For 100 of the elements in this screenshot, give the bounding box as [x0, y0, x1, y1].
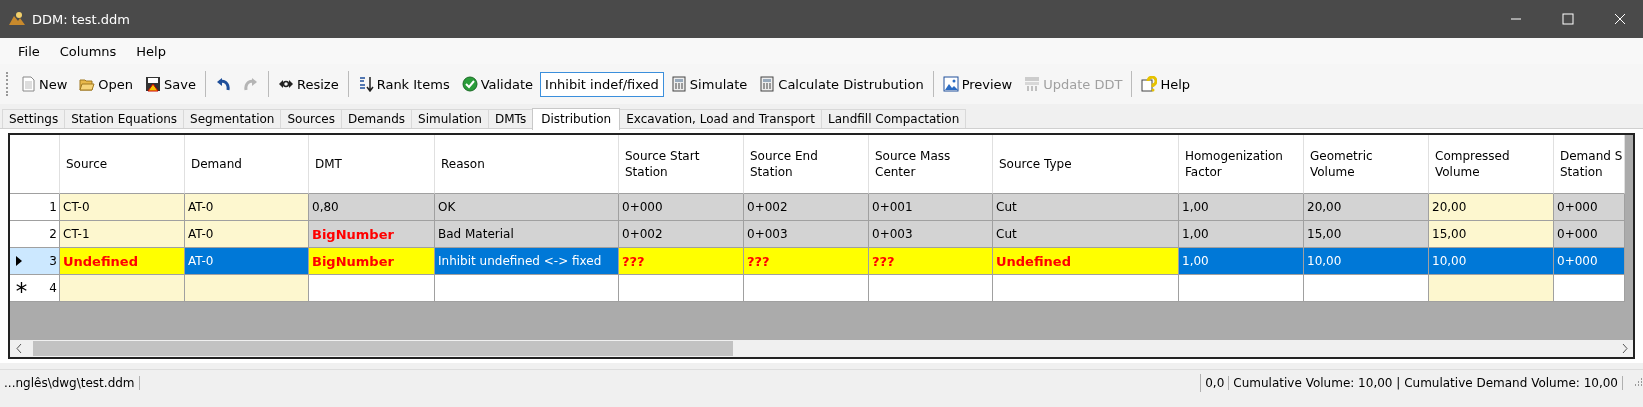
table-cell[interactable] [435, 275, 619, 302]
row-header[interactable]: 1 [10, 194, 60, 221]
table-cell[interactable] [1429, 275, 1554, 302]
table-cell[interactable]: 0+002 [744, 194, 869, 221]
table-cell[interactable]: ??? [869, 248, 993, 275]
tab[interactable]: Landfill Compactation [821, 109, 967, 128]
table-cell[interactable]: AT-0 [185, 194, 309, 221]
tab[interactable]: Excavation, Load and Transport [619, 109, 822, 128]
toolbar-button[interactable]: Resize [273, 71, 344, 97]
table-cell[interactable]: 15,00 [1304, 221, 1429, 248]
table-cell[interactable]: 0+000 [1554, 221, 1625, 248]
tab[interactable]: Segmentation [183, 109, 282, 128]
menu-item[interactable]: Columns [49, 40, 127, 62]
toolbar-button[interactable]: Open [74, 71, 139, 97]
floppy-icon [145, 76, 162, 92]
row-header[interactable]: 2 [10, 221, 60, 248]
menu-item[interactable]: Help [126, 40, 176, 62]
table-cell[interactable]: AT-0 [185, 248, 309, 275]
table-cell[interactable]: 0+003 [869, 221, 993, 248]
table-cell[interactable]: 10,00 [1429, 248, 1554, 275]
table-cell[interactable]: OK [435, 194, 619, 221]
table-cell[interactable] [1179, 275, 1304, 302]
toolbar-button[interactable]: Simulate [665, 71, 753, 97]
table-cell[interactable]: 10,00 [1304, 248, 1429, 275]
column-header[interactable]: Demand [185, 135, 309, 194]
document-icon [20, 76, 36, 92]
table-cell[interactable]: 15,00 [1429, 221, 1554, 248]
menu-item[interactable]: File [8, 40, 50, 62]
row-number: 1 [49, 200, 57, 214]
table-cell[interactable]: CT-0 [60, 194, 185, 221]
column-header[interactable]: Geometric Volume [1304, 135, 1429, 194]
tab[interactable]: Settings [2, 109, 66, 128]
table-cell[interactable]: CT-1 [60, 221, 185, 248]
table-cell[interactable]: BigNumber [309, 248, 435, 275]
tab[interactable]: Distribution [532, 108, 621, 130]
table-cell[interactable]: Undefined [60, 248, 185, 275]
table-cell[interactable] [1304, 275, 1429, 302]
toolbar-button[interactable]: Calculate Distrubution [754, 71, 929, 97]
table-cell[interactable]: 1,00 [1179, 221, 1304, 248]
row-number: 3 [49, 254, 57, 268]
table-cell[interactable]: 0+001 [869, 194, 993, 221]
calculator-icon [759, 76, 776, 92]
tab[interactable]: Station Equations [64, 109, 185, 128]
scroll-left-icon[interactable] [15, 344, 22, 353]
column-header[interactable]: Source End Station [744, 135, 869, 194]
window-title: DDM: test.ddm [32, 11, 130, 27]
checkmark-icon [461, 76, 478, 92]
table-cell[interactable]: 0+000 [1554, 248, 1625, 275]
column-header[interactable]: Source [60, 135, 185, 194]
toolbar-button[interactable]: Validate [456, 71, 539, 97]
table-cell[interactable] [993, 275, 1179, 302]
toolbar-button[interactable]: Inhibit indef/fixed [540, 71, 664, 97]
file-path: ...nglês\dwg\test.ddm [0, 376, 140, 390]
table-cell[interactable] [869, 275, 993, 302]
toolbar-button[interactable]: New [15, 71, 73, 97]
table-cell[interactable]: 0+003 [744, 221, 869, 248]
table-cell[interactable]: Undefined [993, 248, 1179, 275]
column-header[interactable]: Compressed Volume [1429, 135, 1554, 194]
table-cell[interactable]: 20,00 [1304, 194, 1429, 221]
table-cell[interactable]: ??? [619, 248, 744, 275]
table-cell[interactable] [1554, 275, 1625, 302]
column-header[interactable]: Homogenization Factor [1179, 135, 1304, 194]
table-cell[interactable]: Inhibit undefined <-> fixed [435, 248, 619, 275]
toolbar-button[interactable]: Help [1136, 71, 1196, 97]
table-cell[interactable] [185, 275, 309, 302]
table-cell[interactable]: Cut [993, 221, 1179, 248]
row-header[interactable]: 3 [10, 248, 60, 275]
horizontal-scrollbar[interactable] [10, 340, 1633, 357]
toolbar-button[interactable]: Save [140, 71, 201, 97]
table-cell[interactable] [60, 275, 185, 302]
undo-icon [215, 76, 231, 92]
column-header[interactable]: Source Mass Center [869, 135, 993, 194]
position-readout: 0,0 [1201, 376, 1230, 390]
column-header[interactable]: DMT [309, 135, 435, 194]
header-corner [10, 135, 60, 194]
table-cell[interactable]: AT-0 [185, 221, 309, 248]
calculator-icon [670, 76, 687, 92]
column-header[interactable]: Source Start Station [619, 135, 744, 194]
column-header[interactable]: Source Type [993, 135, 1179, 194]
table-cell[interactable]: 0+002 [619, 221, 744, 248]
help-icon [1141, 76, 1158, 92]
table-cell[interactable]: ??? [744, 248, 869, 275]
table-cell[interactable]: 1,00 [1179, 248, 1304, 275]
table-cell[interactable]: 0+000 [619, 194, 744, 221]
table-cell[interactable]: 0,80 [309, 194, 435, 221]
table-cell[interactable]: 0+000 [1554, 194, 1625, 221]
column-header[interactable]: Demand S Station [1554, 135, 1625, 194]
table-cell[interactable]: 20,00 [1429, 194, 1554, 221]
row-header[interactable]: 4 [10, 275, 60, 302]
table-icon [1024, 76, 1041, 92]
table-cell[interactable]: Cut [993, 194, 1179, 221]
scroll-right-icon[interactable] [1621, 344, 1628, 353]
table-cell[interactable]: 1,00 [1179, 194, 1304, 221]
table-cell[interactable]: Bad Material [435, 221, 619, 248]
table-cell[interactable] [744, 275, 869, 302]
table-cell[interactable] [309, 275, 435, 302]
toolbar-button[interactable]: Rank Items [352, 71, 455, 97]
column-header[interactable]: Reason [435, 135, 619, 194]
toolbar-button[interactable]: Preview [937, 71, 1018, 97]
table-cell[interactable] [619, 275, 744, 302]
